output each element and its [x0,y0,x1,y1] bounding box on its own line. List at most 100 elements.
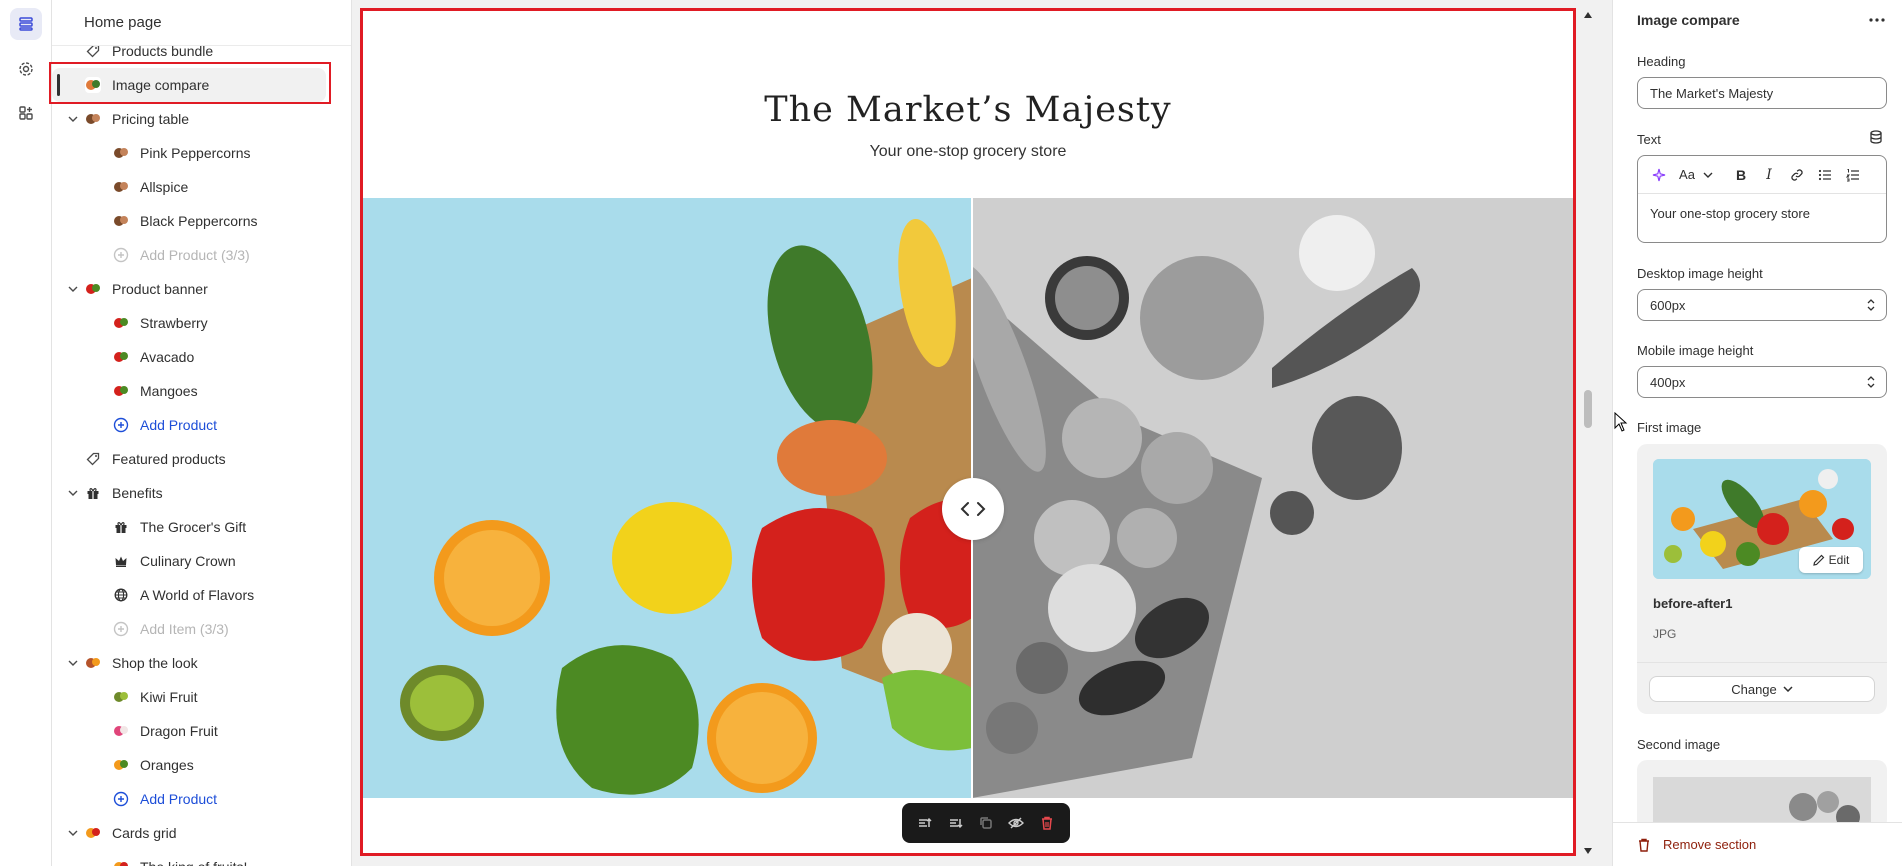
sidebar-item-label: Product banner [112,281,208,297]
sidebar-item-label: Shop the look [112,655,198,671]
block-item-the-king-of-fruits[interactable]: The king of fruits! [52,850,334,866]
tag-icon [84,450,102,468]
plus-circle-icon [112,790,130,808]
section-item-pricing-table[interactable]: Pricing table [52,102,334,136]
sidebar-header: Home page [52,0,351,46]
section-toolbar [902,803,1070,843]
sidebar-item-label: Avacado [140,349,195,365]
section-item-featured-products[interactable]: Featured products [52,442,334,476]
sidebar-item-label: A World of Flavors [140,587,255,603]
chevron-down-icon[interactable] [66,282,80,296]
remove-section-button[interactable]: Remove section [1663,837,1756,852]
section-item-image-compare[interactable]: Image compare [52,68,326,102]
block-item-kiwi-fruit[interactable]: Kiwi Fruit [52,680,334,714]
banner-thumbnail-icon [112,314,130,332]
mobile-height-select[interactable]: 400px [1637,366,1887,398]
crown-icon [112,552,130,570]
block-item-pink-peppercorns[interactable]: Pink Peppercorns [52,136,334,170]
hide-eye-icon[interactable] [1004,811,1028,835]
heading-input[interactable]: The Market's Majesty [1637,77,1887,109]
text-rich-editor[interactable]: Aa B I Your one-stop grocery store [1637,155,1887,243]
block-item-dragon-fruit[interactable]: Dragon Fruit [52,714,334,748]
preview-progress-accent [364,8,480,11]
sidebar-item-label: Image compare [112,77,210,93]
block-item-avacado[interactable]: Avacado [52,340,334,374]
select-caret-icon [1867,299,1875,311]
sections-icon[interactable] [10,8,42,40]
pricing-thumbnail-icon [112,144,130,162]
image-compare-section[interactable]: The Market’s Majesty Your one-stop groce… [362,10,1574,854]
bold-icon[interactable]: B [1728,162,1754,188]
first-image-filetype: JPG [1653,627,1677,641]
theme-editor: Products bundle Image compare Pricing tabl… [0,0,1902,866]
settings-gear-icon[interactable] [10,53,42,85]
dynamic-source-icon[interactable] [1869,130,1883,147]
chevron-down-icon[interactable] [66,112,80,126]
cards-thumbnail-icon [112,858,130,866]
block-item-the-grocer-s-gift[interactable]: The Grocer's Gift [52,510,334,544]
move-up-icon[interactable] [913,811,937,835]
more-options-icon[interactable] [1865,10,1889,30]
sidebar-item-label: The Grocer's Gift [140,519,247,535]
bullet-list-icon[interactable] [1812,162,1838,188]
sidebar-item-label: Strawberry [140,315,208,331]
desktop-height-select[interactable]: 600px [1637,289,1887,321]
left-rail [0,0,52,866]
mobile-height-value: 400px [1650,374,1686,390]
sidebar-item-label: Add Product [140,791,218,807]
delete-trash-icon[interactable] [1035,811,1059,835]
block-item-mangoes[interactable]: Mangoes [52,374,334,408]
ai-sparkle-icon[interactable] [1646,162,1672,188]
block-item-black-peppercorns[interactable]: Black Peppercorns [52,204,334,238]
change-image-button[interactable]: Change [1649,676,1875,702]
italic-icon[interactable]: I [1756,162,1782,188]
compare-handle[interactable] [942,478,1004,540]
duplicate-icon[interactable] [974,811,998,835]
chevron-down-icon[interactable] [66,826,80,840]
section-item-shop-the-look[interactable]: Shop the look [52,646,334,680]
chevron-down-icon[interactable] [66,656,80,670]
pricing-thumbnail-icon [112,178,130,196]
preview-scrollbar-track[interactable] [1580,0,1596,866]
font-size-dropdown[interactable]: Aa [1674,162,1718,188]
block-item-a-world-of-flavors[interactable]: A World of Flavors [52,578,334,612]
preview-scrollbar-thumb[interactable] [1584,390,1592,428]
sidebar-item-label: Pricing table [112,111,190,127]
edit-image-button[interactable]: Edit [1799,547,1863,573]
sidebar-item-label: Mangoes [140,383,198,399]
orange-thumbnail-icon [112,756,130,774]
text-value: Your one-stop grocery store [1650,206,1810,221]
section-subheading: Your one-stop grocery store [869,143,1067,160]
second-image-label: Second image [1637,737,1721,752]
block-item-culinary-crown[interactable]: Culinary Crown [52,544,334,578]
chevron-down-icon[interactable] [66,486,80,500]
preview-area: The Market’s Majesty Your one-stop groce… [352,0,1596,866]
pencil-icon [1812,554,1825,566]
sidebar-item-label: Culinary Crown [140,553,236,569]
plus-circle-icon [112,246,130,264]
mouse-cursor-icon [1614,412,1628,432]
sidebar-item-label: Black Peppercorns [140,213,258,229]
gift-icon [84,484,102,502]
plus-circle-icon [112,620,130,638]
globe-icon [112,586,130,604]
section-item-cards-grid[interactable]: Cards grid [52,816,334,850]
section-list: Products bundle Image compare Pricing tabl… [52,34,334,866]
link-icon[interactable] [1784,162,1810,188]
block-item-oranges[interactable]: Oranges [52,748,334,782]
first-image-card: Edit before-after1 JPG Change [1637,444,1887,714]
sidebar-item-label: Allspice [140,179,189,195]
section-item-benefits[interactable]: Benefits [52,476,334,510]
add-block-add-product-3-3: Add Product (3/3) [52,238,334,272]
apps-icon[interactable] [10,97,42,129]
move-down-icon[interactable] [944,811,968,835]
block-item-strawberry[interactable]: Strawberry [52,306,334,340]
sidebar-item-label: Add Item (3/3) [140,621,229,637]
block-item-allspice[interactable]: Allspice [52,170,334,204]
numbered-list-icon[interactable] [1840,162,1866,188]
sidebar-item-label: Add Product [140,417,218,433]
add-block-add-product[interactable]: Add Product [52,408,334,442]
section-item-product-banner[interactable]: Product banner [52,272,334,306]
panel-footer: Remove section [1613,822,1902,866]
add-block-add-product[interactable]: Add Product [52,782,334,816]
